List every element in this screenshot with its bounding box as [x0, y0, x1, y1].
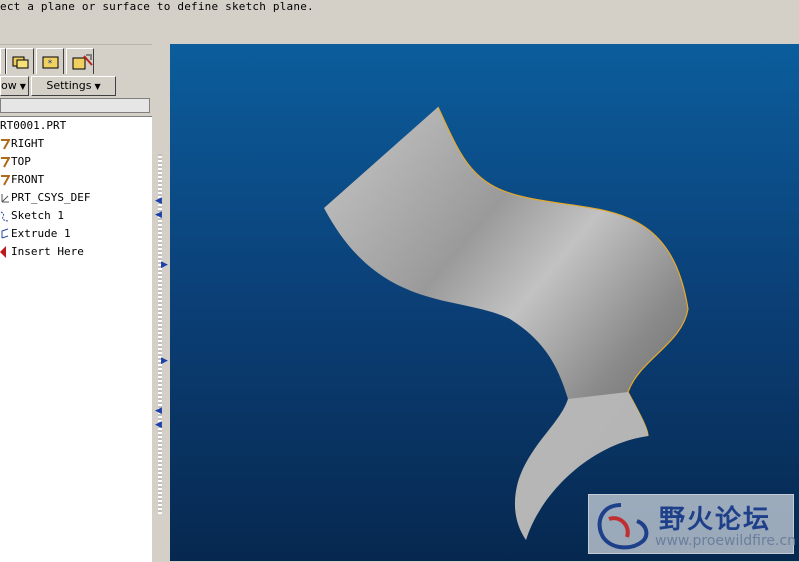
- splitter-grip[interactable]: [158, 154, 162, 514]
- connections-tab[interactable]: [66, 48, 94, 74]
- tree-node-label: FRONT: [11, 173, 45, 186]
- favorites-tab-icon: *: [42, 56, 59, 69]
- tree-node-label: TOP: [11, 155, 31, 168]
- watermark: 野火论坛 www.proewildfire.cn: [588, 494, 797, 554]
- tree-node-label: Sketch 1: [11, 209, 64, 222]
- watermark-url: www.proewildfire.cn: [655, 533, 797, 549]
- folder-browser-tab[interactable]: [6, 48, 34, 74]
- show-menu-label: ow: [1, 79, 17, 92]
- tree-node-label: Insert Here: [11, 245, 84, 258]
- watermark-title: 野火论坛: [659, 505, 772, 535]
- panel-splitter[interactable]: ◀ ◀ ▶ ▶ ◀ ◀: [152, 44, 170, 561]
- datum-plane-icon: [1, 157, 10, 168]
- graphics-window[interactable]: [170, 44, 799, 561]
- connections-tab-icon: [72, 54, 93, 70]
- navigator-panel: ow ▼ Settings ▼ RT0001.PRT RIGHT TOP FRONT…: [0, 74, 153, 562]
- expand-right-icon[interactable]: ▶: [161, 260, 168, 270]
- collapse-left-icon[interactable]: ◀: [155, 406, 162, 416]
- insert-here-icon: [0, 246, 6, 258]
- sketch-icon: [0, 211, 9, 222]
- tree-filter-field[interactable]: [0, 98, 150, 113]
- tree-node-label: PRT_CSYS_DEF: [11, 191, 91, 204]
- model-tree-toolbar: ow ▼ Settings ▼: [0, 76, 152, 98]
- forum-logo-icon: [597, 503, 649, 550]
- coordinate-system-icon: [1, 194, 9, 203]
- collapse-left-icon[interactable]: ◀: [155, 210, 162, 220]
- svg-text:*: *: [48, 59, 53, 69]
- message-area: ect a plane or surface to define sketch …: [0, 0, 799, 45]
- chevron-down-icon: ▼: [19, 82, 26, 91]
- tree-node-label: RIGHT: [11, 137, 45, 150]
- collapse-left-icon[interactable]: ◀: [155, 420, 162, 430]
- extrude-icon: [1, 228, 9, 239]
- datum-plane-icon: [1, 175, 10, 186]
- folder-browser-tab-icon: [12, 56, 29, 69]
- settings-menu-button[interactable]: Settings ▼: [31, 76, 116, 96]
- tree-node-label: Extrude 1: [11, 227, 71, 240]
- datum-plane-icon: [1, 139, 10, 150]
- extruded-surface[interactable]: [170, 44, 799, 561]
- show-menu-button[interactable]: ow ▼: [0, 76, 29, 96]
- tree-node-label: RT0001.PRT: [0, 119, 67, 132]
- navigator-tabs: *: [0, 48, 155, 74]
- chevron-down-icon: ▼: [94, 82, 101, 91]
- expand-right-icon[interactable]: ▶: [161, 356, 168, 366]
- favorites-tab[interactable]: *: [36, 48, 64, 74]
- settings-menu-label: Settings: [46, 79, 92, 92]
- status-message: ect a plane or surface to define sketch …: [0, 0, 314, 13]
- model-tree: RT0001.PRT RIGHT TOP FRONT PRT_CSYS_DEF …: [0, 116, 152, 562]
- collapse-left-icon[interactable]: ◀: [155, 196, 162, 206]
